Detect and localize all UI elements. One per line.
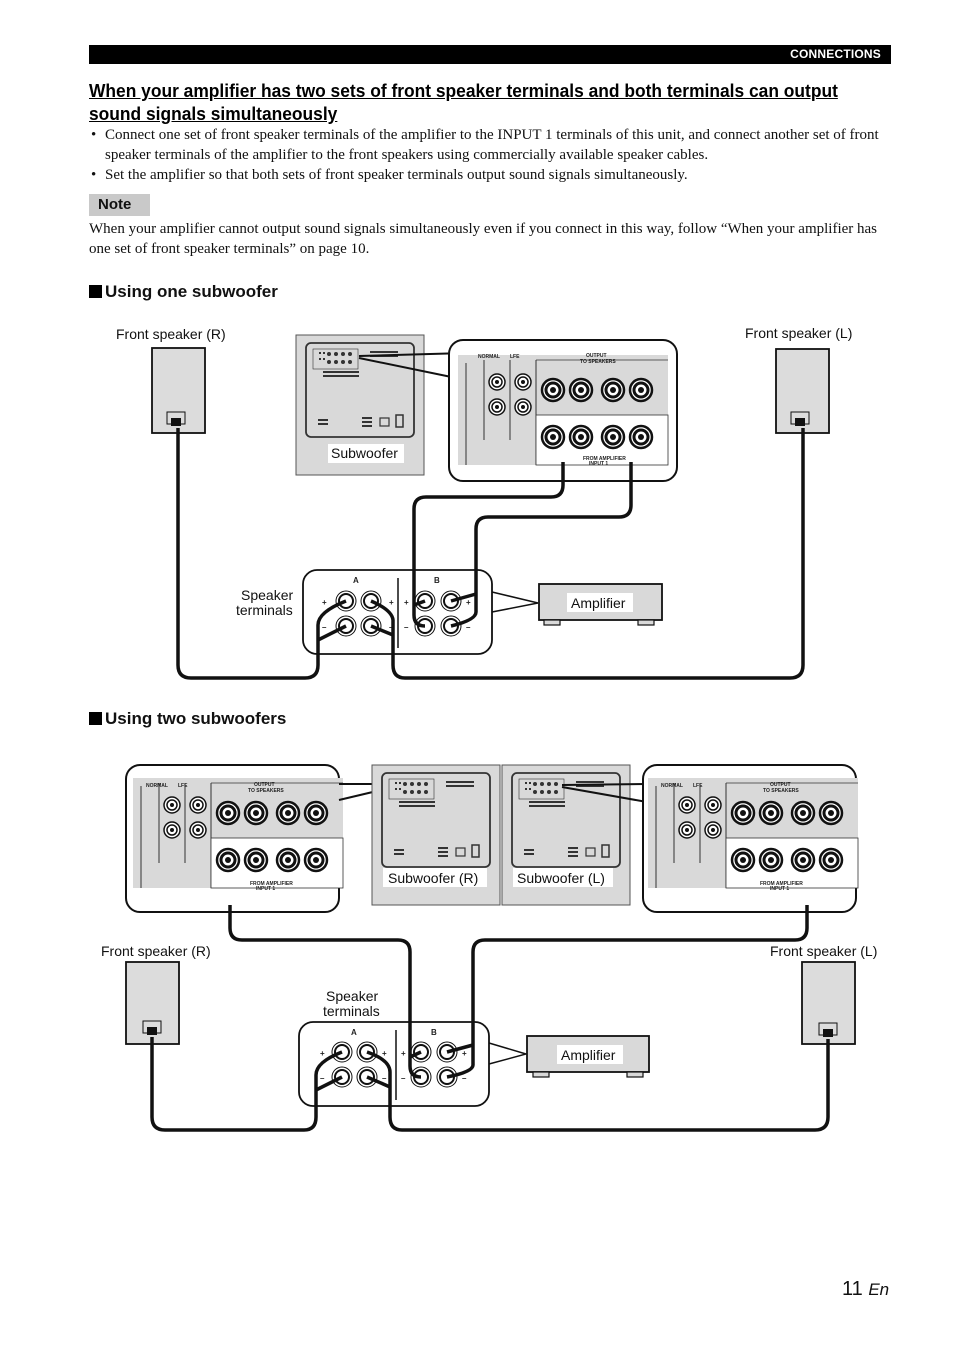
svg-text:B: B <box>431 1028 437 1037</box>
front-speaker-l-label: Front speaker (L) <box>770 943 877 959</box>
svg-text:+: + <box>401 1049 406 1058</box>
speaker-cables <box>150 905 830 1132</box>
svg-text:–: – <box>404 623 409 632</box>
speaker-terminals-label-line1: Speaker <box>326 988 378 1004</box>
amplifier-unit: Amplifier <box>526 1035 650 1078</box>
subwoofer-l-unit: Subwoofer (L) <box>501 764 631 906</box>
svg-text:INPUT 1: INPUT 1 <box>770 886 789 892</box>
svg-text:+: + <box>462 1049 467 1058</box>
front-speaker-r <box>125 961 180 1045</box>
svg-text:+: + <box>322 598 327 607</box>
subwoofer-r-unit: Subwoofer (R) <box>371 764 501 906</box>
svg-text:INPUT 1: INPUT 1 <box>256 886 275 892</box>
svg-text:–: – <box>322 623 327 632</box>
svg-text:A: A <box>353 576 359 585</box>
svg-text:NORMAL: NORMAL <box>146 783 168 789</box>
svg-text:–: – <box>466 623 471 632</box>
diagram-one-subwoofer: Front speaker (R) Front speaker (L) Subw… <box>116 325 852 680</box>
svg-text:–: – <box>462 1074 467 1083</box>
svg-text:NORMAL: NORMAL <box>661 783 683 789</box>
wiring-diagrams: Front speaker (R) Front speaker (L) Subw… <box>101 325 877 1132</box>
svg-text:NORMAL: NORMAL <box>478 354 500 360</box>
speaker-terminals-label-line1: Speaker <box>241 587 293 603</box>
diagram-two-subwoofers: NORMAL LFE OUTPUT TO SPEAKERS FROM AMPLI… <box>101 764 877 1132</box>
speaker-terminals-panel: A B + + – – + + – – <box>298 1021 490 1107</box>
subwoofer-l-back-panel-zoom: NORMAL LFE OUTPUT TO SPEAKERS FROM AMPLI… <box>642 764 858 913</box>
amplifier-label: Amplifier <box>571 595 626 611</box>
svg-text:–: – <box>320 1074 325 1083</box>
svg-text:A: A <box>351 1028 357 1037</box>
svg-text:LFE: LFE <box>178 783 188 789</box>
subwoofer-l-label: Subwoofer (L) <box>517 870 605 886</box>
page-number-value: 11 <box>842 1278 863 1300</box>
amplifier-label: Amplifier <box>561 1047 616 1063</box>
page-number: 11 En <box>842 1278 889 1301</box>
speaker-terminals-label-line2: terminals <box>236 602 293 618</box>
svg-text:TO SPEAKERS: TO SPEAKERS <box>248 788 284 794</box>
svg-text:–: – <box>382 1074 387 1083</box>
subwoofer-r-back-panel-zoom: NORMAL LFE OUTPUT TO SPEAKERS FROM AMPLI… <box>125 764 343 913</box>
svg-text:LFE: LFE <box>693 783 703 789</box>
front-speaker-l <box>775 348 830 434</box>
svg-text:+: + <box>382 1049 387 1058</box>
svg-text:+: + <box>320 1049 325 1058</box>
svg-text:LFE: LFE <box>510 354 520 360</box>
subwoofer-back-panel-zoom: NORMAL LFE OUTPUT TO SPEAKERS FROM AMPLI… <box>448 339 678 482</box>
front-speaker-r <box>151 347 206 434</box>
svg-text:TO SPEAKERS: TO SPEAKERS <box>580 359 616 365</box>
front-speaker-l <box>801 961 856 1045</box>
svg-text:INPUT 1: INPUT 1 <box>589 461 608 467</box>
speaker-terminals-panel: A B + + – – + + – – <box>302 569 493 655</box>
svg-text:–: – <box>401 1074 406 1083</box>
amplifier-unit: Amplifier <box>538 583 663 626</box>
subwoofer-r-label: Subwoofer (R) <box>388 870 478 886</box>
svg-text:+: + <box>404 598 409 607</box>
subwoofer-label: Subwoofer <box>331 445 398 461</box>
page-language: En <box>868 1280 890 1299</box>
svg-text:+: + <box>389 598 394 607</box>
svg-text:B: B <box>434 576 440 585</box>
speaker-terminals-label-line2: terminals <box>323 1003 380 1019</box>
svg-text:TO SPEAKERS: TO SPEAKERS <box>763 788 799 794</box>
front-speaker-l-label: Front speaker (L) <box>745 325 852 341</box>
front-speaker-r-label: Front speaker (R) <box>116 326 226 342</box>
front-speaker-r-label: Front speaker (R) <box>101 943 211 959</box>
svg-text:+: + <box>466 598 471 607</box>
